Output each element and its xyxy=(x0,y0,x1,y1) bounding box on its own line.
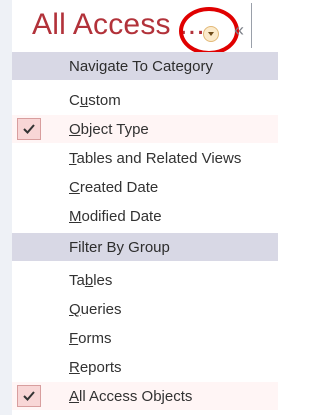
menu-item-tables-and-related-views[interactable]: Tables and Related Views xyxy=(12,144,278,172)
mnemonic-letter: M xyxy=(69,208,82,225)
navigation-pane-header[interactable]: All Access ... « xyxy=(12,0,278,55)
menu-item-all-access-objects[interactable]: All Access Objects xyxy=(12,382,278,410)
menu-item-custom[interactable]: Custom xyxy=(12,86,278,114)
menu-item-label: Modified Date xyxy=(69,208,162,225)
mnemonic-letter: T xyxy=(69,150,77,167)
menu-item-tables[interactable]: Tables xyxy=(12,266,278,294)
mnemonic-letter: C xyxy=(69,179,80,196)
menu-item-reports[interactable]: Reports xyxy=(12,353,278,381)
checkmark-icon xyxy=(17,118,41,140)
mnemonic-letter: u xyxy=(79,92,89,109)
header-divider xyxy=(251,3,252,48)
mnemonic-letter: Q xyxy=(69,301,81,318)
menu-item-label: Queries xyxy=(69,301,122,318)
section-label: Navigate To Category xyxy=(69,58,213,75)
mnemonic-letter: F xyxy=(69,330,79,347)
section-label: Filter By Group xyxy=(69,239,170,256)
checkmark-icon xyxy=(17,385,41,407)
menu-item-created-date[interactable]: Created Date xyxy=(12,173,278,201)
mnemonic-letter: R xyxy=(69,359,80,376)
menu-item-label: Forms xyxy=(69,330,112,347)
menu-item-label: Object Type xyxy=(69,121,149,138)
menu-item-label: Custom xyxy=(69,92,121,109)
section-header-navigate-to-category: Navigate To Category xyxy=(12,52,278,80)
menu-item-label: Tables and Related Views xyxy=(69,150,242,167)
menu-item-modified-date[interactable]: Modified Date xyxy=(12,202,278,230)
annotation-highlight-circle xyxy=(179,7,239,55)
menu-item-queries[interactable]: Queries xyxy=(12,295,278,323)
menu-item-label: Tables xyxy=(69,272,113,289)
mnemonic-letter: O xyxy=(69,121,81,138)
menu-item-object-type[interactable]: Object Type xyxy=(12,115,278,143)
menu-item-forms[interactable]: Forms xyxy=(12,324,278,352)
collapse-double-chevron-icon[interactable]: « xyxy=(234,20,244,41)
mnemonic-letter: A xyxy=(69,388,80,405)
menu-item-label: Created Date xyxy=(69,179,159,196)
navigation-options-menu: Navigate To Category Custom Object Type … xyxy=(12,52,278,415)
menu-item-label: Reports xyxy=(69,359,122,376)
mnemonic-letter: b xyxy=(84,272,94,289)
section-header-filter-by-group: Filter By Group xyxy=(12,233,278,261)
menu-item-label: All Access Objects xyxy=(69,388,193,405)
